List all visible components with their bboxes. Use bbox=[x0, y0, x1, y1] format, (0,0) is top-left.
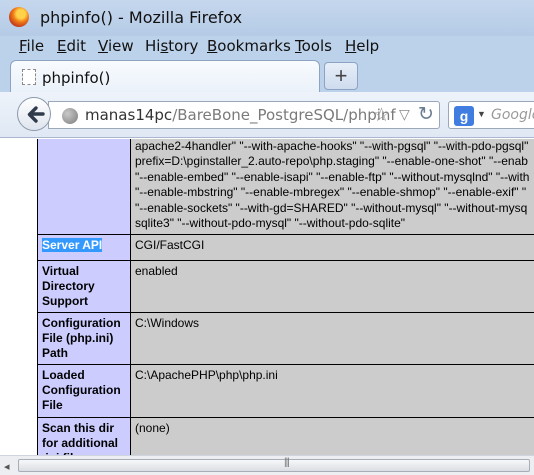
scrollbar-thumb[interactable]: ||| bbox=[18, 457, 530, 472]
configure-line: prefix=D:\pginstaller_2.auto-repo\php.st… bbox=[135, 154, 528, 169]
tab-phpinfo[interactable]: phpinfo() bbox=[10, 60, 320, 93]
window-titlebar[interactable]: phpinfo() - Mozilla Firefox bbox=[0, 0, 534, 36]
window-title: phpinfo() - Mozilla Firefox bbox=[40, 8, 243, 27]
row-key: Scan this dir for additional .ini files bbox=[37, 417, 131, 455]
table-row: Configuration File (php.ini) Path C:\Win… bbox=[37, 312, 534, 366]
table-row: Loaded Configuration File C:\ApachePHP\p… bbox=[37, 364, 534, 419]
menu-help[interactable]: Help bbox=[345, 37, 379, 55]
table-row: Scan this dir for additional .ini files … bbox=[37, 417, 534, 455]
phpinfo-table: apache2-4handler" "--with-apache-hooks" … bbox=[37, 139, 534, 455]
scroll-left-arrow-icon[interactable]: ◂ bbox=[4, 460, 10, 473]
globe-icon bbox=[62, 108, 78, 124]
url-dropdown-icon[interactable]: ▽ bbox=[399, 106, 410, 123]
table-row: Virtual Directory Support enabled bbox=[37, 260, 534, 314]
grip-icon: ||| bbox=[284, 457, 290, 468]
row-value: (none) bbox=[130, 417, 534, 455]
navigation-toolbar: manas14pc/BareBone_PostgreSQL/phpinf ☆ ▽… bbox=[0, 92, 534, 138]
configure-line: "--enable-mbstring" "--enable-mbregex" "… bbox=[135, 185, 527, 200]
tab-title: phpinfo() bbox=[42, 69, 111, 87]
tab-strip: phpinfo() + bbox=[0, 56, 534, 93]
table-row: Server API CGI/FastCGI bbox=[37, 234, 534, 262]
horizontal-scrollbar[interactable]: ◂ ||| bbox=[0, 455, 534, 475]
selected-text: Server API bbox=[42, 238, 103, 253]
row-key: Loaded Configuration File bbox=[37, 364, 131, 419]
search-input[interactable]: Google bbox=[491, 107, 534, 123]
menu-bookmarks[interactable]: Bookmarks bbox=[207, 37, 291, 55]
row-key: Configuration File (php.ini) Path bbox=[37, 312, 131, 366]
menu-edit[interactable]: Edit bbox=[57, 37, 86, 55]
search-box[interactable]: g ▼ Google bbox=[448, 101, 534, 129]
back-button[interactable] bbox=[17, 97, 51, 131]
firefox-logo-icon bbox=[9, 7, 29, 27]
table-row: apache2-4handler" "--with-apache-hooks" … bbox=[37, 139, 534, 236]
page-content[interactable]: apache2-4handler" "--with-apache-hooks" … bbox=[0, 139, 534, 455]
url-bar[interactable]: manas14pc/BareBone_PostgreSQL/phpinf ☆ ▽… bbox=[48, 101, 440, 129]
menu-tools[interactable]: Tools bbox=[295, 37, 332, 55]
menu-bar: File Edit View History Bookmarks Tools H… bbox=[0, 36, 534, 56]
google-search-icon[interactable]: g bbox=[454, 106, 474, 126]
reload-icon[interactable]: ↻ bbox=[418, 103, 434, 126]
configure-command-value: apache2-4handler" "--with-apache-hooks" … bbox=[130, 139, 534, 236]
menu-history[interactable]: History bbox=[145, 37, 198, 55]
menu-view[interactable]: View bbox=[98, 37, 134, 55]
page-icon bbox=[22, 69, 36, 85]
url-text: manas14pc/BareBone_PostgreSQL/phpinf bbox=[85, 106, 396, 124]
back-arrow-icon bbox=[27, 106, 45, 123]
row-value: C:\ApachePHP\php\php.ini bbox=[130, 364, 534, 419]
menu-file[interactable]: File bbox=[19, 37, 44, 55]
configure-line: "--enable-sockets" "--with-gd=SHARED" "-… bbox=[135, 200, 528, 215]
configure-line: sqlite3" "--without-pdo-mysql" "--withou… bbox=[135, 216, 406, 231]
new-tab-button[interactable]: + bbox=[324, 62, 358, 90]
configure-line: apache2-4handler" "--with-apache-hooks" … bbox=[135, 139, 529, 153]
search-engine-dropdown-icon[interactable]: ▼ bbox=[477, 109, 486, 119]
bookmark-star-icon[interactable]: ☆ bbox=[373, 104, 390, 127]
configure-line: "--enable-embed" "--enable-isapi" "--ena… bbox=[135, 169, 530, 184]
configure-command-key bbox=[37, 139, 131, 236]
row-key: Virtual Directory Support bbox=[37, 260, 131, 314]
row-key: Server API bbox=[37, 234, 131, 262]
row-value: C:\Windows bbox=[130, 312, 534, 366]
row-value: CGI/FastCGI bbox=[130, 234, 534, 262]
row-value: enabled bbox=[130, 260, 534, 314]
